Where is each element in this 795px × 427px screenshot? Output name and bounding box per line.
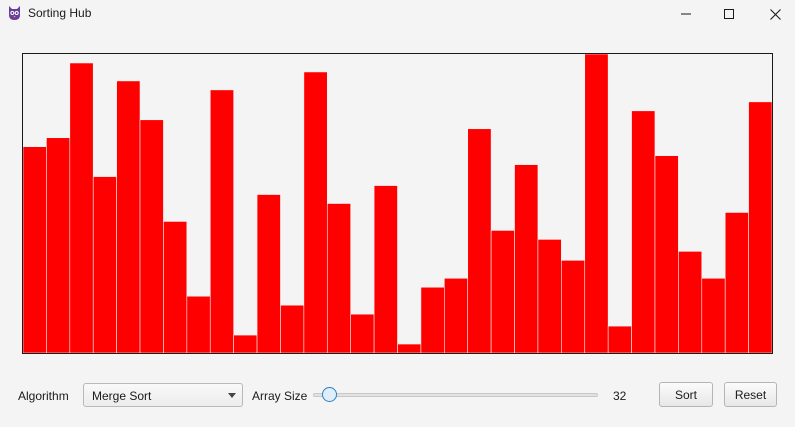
- array-size-label: Array Size: [252, 389, 308, 403]
- owl-logo-icon: [7, 5, 22, 21]
- bar-23: [561, 260, 586, 353]
- window-title: Sorting Hub: [28, 6, 92, 20]
- bar-10: [256, 194, 281, 353]
- minimize-icon: [681, 13, 691, 15]
- bar-17: [420, 286, 445, 353]
- bar-3: [92, 176, 117, 353]
- bar-0: [23, 146, 47, 353]
- close-icon: [769, 8, 781, 20]
- bar-14: [350, 313, 375, 353]
- bar-25: [607, 325, 632, 353]
- reset-button[interactable]: Reset: [724, 382, 777, 407]
- bar-19: [467, 128, 492, 353]
- minimize-button[interactable]: [663, 0, 709, 28]
- chevron-down-icon: [228, 393, 236, 398]
- bar-28: [678, 251, 703, 353]
- bar-24: [584, 54, 609, 353]
- bar-30: [724, 212, 749, 353]
- bar-13: [326, 203, 351, 353]
- bar-7: [186, 295, 211, 353]
- bar-1: [46, 137, 71, 353]
- slider-thumb[interactable]: [322, 387, 338, 402]
- bar-9: [233, 334, 258, 353]
- sort-button[interactable]: Sort: [659, 382, 713, 407]
- bar-22: [537, 239, 562, 353]
- algorithm-select-value: Merge Sort: [92, 389, 152, 403]
- array-size-slider[interactable]: [313, 386, 598, 404]
- bar-11: [280, 304, 305, 353]
- algorithm-label: Algorithm: [18, 389, 69, 403]
- bar-chart: [23, 54, 772, 353]
- title-bar[interactable]: Sorting Hub: [0, 0, 795, 28]
- bar-29: [701, 277, 726, 353]
- bar-18: [444, 277, 469, 353]
- close-button[interactable]: [752, 0, 795, 28]
- bar-20: [490, 230, 515, 353]
- bar-8: [209, 89, 234, 353]
- bar-5: [139, 119, 164, 353]
- bar-21: [514, 164, 539, 353]
- maximize-icon: [724, 9, 734, 19]
- bar-26: [631, 110, 656, 353]
- bar-6: [163, 221, 188, 353]
- bar-2: [69, 62, 94, 353]
- array-size-value: 32: [613, 389, 627, 403]
- bar-31: [748, 101, 772, 353]
- app-window: Sorting Hub Algorithm Merge Sort Array S…: [0, 0, 795, 427]
- bar-4: [116, 80, 141, 353]
- bar-15: [373, 185, 398, 353]
- controls-bar: Algorithm Merge Sort Array Size 32 Sort …: [0, 378, 795, 412]
- algorithm-select[interactable]: Merge Sort: [83, 383, 243, 407]
- maximize-button[interactable]: [706, 0, 752, 28]
- sorting-visualization-canvas: [22, 53, 773, 354]
- slider-track[interactable]: [313, 393, 598, 397]
- bar-16: [397, 343, 422, 353]
- bar-27: [654, 155, 679, 353]
- bar-12: [303, 71, 328, 353]
